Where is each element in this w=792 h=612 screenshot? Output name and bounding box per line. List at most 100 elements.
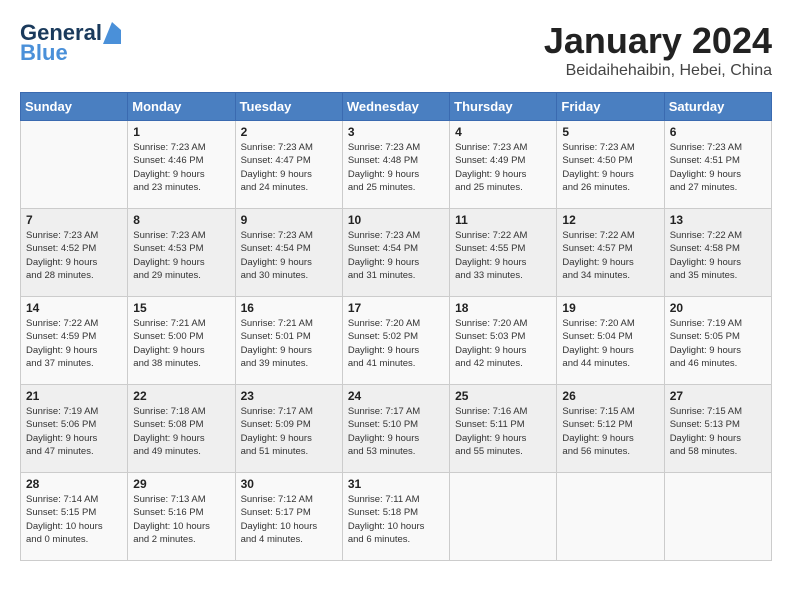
week-row-4: 21 Sunrise: 7:19 AM Sunset: 5:06 PM Dayli… xyxy=(21,385,772,473)
week-row-3: 14 Sunrise: 7:22 AM Sunset: 4:59 PM Dayli… xyxy=(21,297,772,385)
cell-info: Sunrise: 7:23 AM Sunset: 4:52 PM Dayligh… xyxy=(26,229,122,282)
cell-info: Sunrise: 7:15 AM Sunset: 5:13 PM Dayligh… xyxy=(670,405,766,458)
cell-info: Sunrise: 7:12 AM Sunset: 5:17 PM Dayligh… xyxy=(241,493,337,546)
calendar-cell: 14 Sunrise: 7:22 AM Sunset: 4:59 PM Dayli… xyxy=(21,297,128,385)
calendar-cell: 5 Sunrise: 7:23 AM Sunset: 4:50 PM Daylig… xyxy=(557,121,664,209)
calendar-cell: 23 Sunrise: 7:17 AM Sunset: 5:09 PM Dayli… xyxy=(235,385,342,473)
logo: General Blue xyxy=(20,20,121,66)
day-header-thursday: Thursday xyxy=(450,93,557,121)
day-header-sunday: Sunday xyxy=(21,93,128,121)
day-number: 19 xyxy=(562,301,658,315)
cell-info: Sunrise: 7:22 AM Sunset: 4:59 PM Dayligh… xyxy=(26,317,122,370)
calendar-cell: 17 Sunrise: 7:20 AM Sunset: 5:02 PM Dayli… xyxy=(342,297,449,385)
calendar-cell: 7 Sunrise: 7:23 AM Sunset: 4:52 PM Daylig… xyxy=(21,209,128,297)
cell-info: Sunrise: 7:22 AM Sunset: 4:58 PM Dayligh… xyxy=(670,229,766,282)
cell-info: Sunrise: 7:20 AM Sunset: 5:03 PM Dayligh… xyxy=(455,317,551,370)
day-number: 26 xyxy=(562,389,658,403)
day-number: 15 xyxy=(133,301,229,315)
week-row-1: 1 Sunrise: 7:23 AM Sunset: 4:46 PM Daylig… xyxy=(21,121,772,209)
cell-info: Sunrise: 7:23 AM Sunset: 4:49 PM Dayligh… xyxy=(455,141,551,194)
cell-info: Sunrise: 7:19 AM Sunset: 5:06 PM Dayligh… xyxy=(26,405,122,458)
cell-info: Sunrise: 7:22 AM Sunset: 4:57 PM Dayligh… xyxy=(562,229,658,282)
calendar-cell: 3 Sunrise: 7:23 AM Sunset: 4:48 PM Daylig… xyxy=(342,121,449,209)
cell-info: Sunrise: 7:22 AM Sunset: 4:55 PM Dayligh… xyxy=(455,229,551,282)
day-header-wednesday: Wednesday xyxy=(342,93,449,121)
day-number: 17 xyxy=(348,301,444,315)
cell-info: Sunrise: 7:11 AM Sunset: 5:18 PM Dayligh… xyxy=(348,493,444,546)
cell-info: Sunrise: 7:23 AM Sunset: 4:50 PM Dayligh… xyxy=(562,141,658,194)
week-row-2: 7 Sunrise: 7:23 AM Sunset: 4:52 PM Daylig… xyxy=(21,209,772,297)
day-header-monday: Monday xyxy=(128,93,235,121)
calendar-cell: 19 Sunrise: 7:20 AM Sunset: 5:04 PM Dayli… xyxy=(557,297,664,385)
day-number: 12 xyxy=(562,213,658,227)
cell-info: Sunrise: 7:23 AM Sunset: 4:46 PM Dayligh… xyxy=(133,141,229,194)
cell-info: Sunrise: 7:14 AM Sunset: 5:15 PM Dayligh… xyxy=(26,493,122,546)
week-row-5: 28 Sunrise: 7:14 AM Sunset: 5:15 PM Dayli… xyxy=(21,473,772,561)
location-title: Beidaihehaibin, Hebei, China xyxy=(544,62,772,80)
day-number: 3 xyxy=(348,125,444,139)
cell-info: Sunrise: 7:23 AM Sunset: 4:47 PM Dayligh… xyxy=(241,141,337,194)
day-number: 28 xyxy=(26,477,122,491)
calendar-cell xyxy=(557,473,664,561)
day-header-tuesday: Tuesday xyxy=(235,93,342,121)
day-number: 20 xyxy=(670,301,766,315)
day-number: 14 xyxy=(26,301,122,315)
calendar-cell: 20 Sunrise: 7:19 AM Sunset: 5:05 PM Dayli… xyxy=(664,297,771,385)
calendar-cell: 28 Sunrise: 7:14 AM Sunset: 5:15 PM Dayli… xyxy=(21,473,128,561)
month-title: January 2024 xyxy=(544,20,772,62)
cell-info: Sunrise: 7:23 AM Sunset: 4:54 PM Dayligh… xyxy=(348,229,444,282)
calendar-cell: 22 Sunrise: 7:18 AM Sunset: 5:08 PM Dayli… xyxy=(128,385,235,473)
day-number: 30 xyxy=(241,477,337,491)
day-number: 25 xyxy=(455,389,551,403)
calendar-cell: 2Sunrise: 7:23 AM Sunset: 4:47 PM Daylig… xyxy=(235,121,342,209)
cell-info: Sunrise: 7:13 AM Sunset: 5:16 PM Dayligh… xyxy=(133,493,229,546)
day-number: 23 xyxy=(241,389,337,403)
calendar-cell: 10 Sunrise: 7:23 AM Sunset: 4:54 PM Dayli… xyxy=(342,209,449,297)
day-number: 8 xyxy=(133,213,229,227)
day-number: 6 xyxy=(670,125,766,139)
calendar-cell: 12 Sunrise: 7:22 AM Sunset: 4:57 PM Dayli… xyxy=(557,209,664,297)
day-number: 11 xyxy=(455,213,551,227)
calendar-cell: 18 Sunrise: 7:20 AM Sunset: 5:03 PM Dayli… xyxy=(450,297,557,385)
calendar-cell: 27 Sunrise: 7:15 AM Sunset: 5:13 PM Dayli… xyxy=(664,385,771,473)
logo-blue: Blue xyxy=(20,40,68,66)
day-number: 13 xyxy=(670,213,766,227)
cell-info: Sunrise: 7:20 AM Sunset: 5:02 PM Dayligh… xyxy=(348,317,444,370)
calendar-cell: 8Sunrise: 7:23 AM Sunset: 4:53 PM Daylig… xyxy=(128,209,235,297)
calendar-cell: 15 Sunrise: 7:21 AM Sunset: 5:00 PM Dayli… xyxy=(128,297,235,385)
day-number: 4 xyxy=(455,125,551,139)
calendar-cell: 11 Sunrise: 7:22 AM Sunset: 4:55 PM Dayli… xyxy=(450,209,557,297)
day-header-saturday: Saturday xyxy=(664,93,771,121)
day-number: 24 xyxy=(348,389,444,403)
cell-info: Sunrise: 7:23 AM Sunset: 4:48 PM Dayligh… xyxy=(348,141,444,194)
calendar-cell xyxy=(450,473,557,561)
cell-info: Sunrise: 7:20 AM Sunset: 5:04 PM Dayligh… xyxy=(562,317,658,370)
calendar-cell: 31Sunrise: 7:11 AM Sunset: 5:18 PM Dayli… xyxy=(342,473,449,561)
calendar-cell xyxy=(21,121,128,209)
calendar-cell: 26Sunrise: 7:15 AM Sunset: 5:12 PM Dayli… xyxy=(557,385,664,473)
calendar-cell: 6 Sunrise: 7:23 AM Sunset: 4:51 PM Daylig… xyxy=(664,121,771,209)
day-number: 5 xyxy=(562,125,658,139)
cell-info: Sunrise: 7:21 AM Sunset: 5:01 PM Dayligh… xyxy=(241,317,337,370)
cell-info: Sunrise: 7:23 AM Sunset: 4:51 PM Dayligh… xyxy=(670,141,766,194)
cell-info: Sunrise: 7:17 AM Sunset: 5:09 PM Dayligh… xyxy=(241,405,337,458)
day-number: 16 xyxy=(241,301,337,315)
calendar-cell: 30 Sunrise: 7:12 AM Sunset: 5:17 PM Dayli… xyxy=(235,473,342,561)
cell-info: Sunrise: 7:16 AM Sunset: 5:11 PM Dayligh… xyxy=(455,405,551,458)
day-number: 18 xyxy=(455,301,551,315)
day-number: 22 xyxy=(133,389,229,403)
cell-info: Sunrise: 7:17 AM Sunset: 5:10 PM Dayligh… xyxy=(348,405,444,458)
day-number: 10 xyxy=(348,213,444,227)
calendar-cell: 1 Sunrise: 7:23 AM Sunset: 4:46 PM Daylig… xyxy=(128,121,235,209)
day-number: 21 xyxy=(26,389,122,403)
day-number: 27 xyxy=(670,389,766,403)
page-header: General Blue January 2024 Beidaihehaibin… xyxy=(20,20,772,80)
cell-info: Sunrise: 7:18 AM Sunset: 5:08 PM Dayligh… xyxy=(133,405,229,458)
day-number: 9 xyxy=(241,213,337,227)
calendar-cell: 24 Sunrise: 7:17 AM Sunset: 5:10 PM Dayli… xyxy=(342,385,449,473)
day-number: 1 xyxy=(133,125,229,139)
calendar-cell: 4 Sunrise: 7:23 AM Sunset: 4:49 PM Daylig… xyxy=(450,121,557,209)
cell-info: Sunrise: 7:21 AM Sunset: 5:00 PM Dayligh… xyxy=(133,317,229,370)
cell-info: Sunrise: 7:19 AM Sunset: 5:05 PM Dayligh… xyxy=(670,317,766,370)
day-number: 7 xyxy=(26,213,122,227)
